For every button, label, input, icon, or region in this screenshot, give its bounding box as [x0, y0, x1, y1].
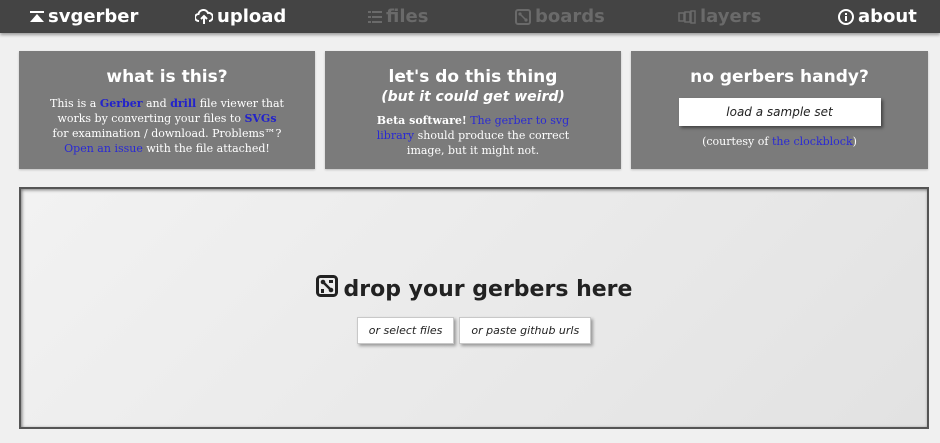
open-issue-link[interactable]: Open an issue — [64, 142, 143, 155]
card-title: let's do this thing — [388, 67, 558, 87]
beta-label: Beta software! — [376, 114, 467, 127]
nav-files[interactable]: files — [368, 0, 428, 33]
clockblock-link[interactable]: the clockblock — [772, 135, 853, 148]
top-nav: svgerber upload files boards layers abou… — [0, 0, 940, 33]
drop-buttons: or select files or paste github urls — [21, 317, 927, 344]
card-title: no gerbers handy? — [690, 67, 869, 87]
eject-icon — [30, 10, 44, 23]
nav-upload-label: upload — [217, 6, 287, 27]
text: This is a — [50, 97, 100, 110]
layers-icon — [678, 9, 696, 24]
drop-title-text: drop your gerbers here — [343, 276, 633, 302]
card-subtitle: (but it could get weird) — [381, 89, 565, 105]
paste-github-urls-button[interactable]: or paste github urls — [459, 317, 592, 344]
text: ) — [852, 135, 857, 148]
text: for examination / download. Problems™? — [52, 127, 282, 140]
gerber-link[interactable]: Gerber — [100, 97, 143, 110]
courtesy-text: (courtesy of the clockblock) — [631, 135, 928, 148]
text: with the file attached! — [142, 142, 270, 155]
lets-do-this-card: let's do this thing (but it could get we… — [325, 51, 621, 169]
text: (courtesy of — [702, 135, 772, 148]
what-is-this-card: what is this? This is a Gerber and drill… — [19, 51, 315, 169]
text: should produce the correct image, but it… — [406, 129, 570, 157]
nav-layers[interactable]: layers — [678, 0, 761, 33]
card-description: This is a Gerber and drill file viewer t… — [49, 96, 285, 156]
text: and — [142, 97, 171, 110]
nav-layers-label: layers — [700, 6, 762, 27]
nav-about[interactable]: about — [838, 0, 917, 33]
sample-card: no gerbers handy? load a sample set (cou… — [631, 51, 928, 169]
drop-zone[interactable]: drop your gerbers here or select files o… — [19, 187, 929, 429]
nav-boards-label: boards — [535, 6, 605, 27]
nav-files-label: files — [386, 6, 429, 27]
cloud-upload-icon — [195, 8, 213, 25]
nav-upload[interactable]: upload — [195, 0, 286, 33]
nav-boards[interactable]: boards — [515, 0, 605, 33]
brand-label: svgerber — [48, 6, 139, 27]
nav-about-label: about — [858, 6, 917, 27]
card-description: Beta software! The gerber to svg library… — [358, 113, 588, 158]
list-icon — [368, 10, 382, 23]
card-title: what is this? — [106, 67, 228, 87]
load-sample-button[interactable]: load a sample set — [678, 98, 881, 126]
drill-link[interactable]: drill — [170, 97, 196, 110]
drop-title: drop your gerbers here — [21, 275, 927, 303]
board-icon — [515, 8, 531, 25]
svgs-link[interactable]: SVGs — [244, 112, 276, 125]
brand-link[interactable]: svgerber — [30, 0, 138, 33]
board-icon — [315, 275, 338, 303]
info-icon — [838, 8, 854, 25]
select-files-button[interactable]: or select files — [356, 317, 455, 344]
